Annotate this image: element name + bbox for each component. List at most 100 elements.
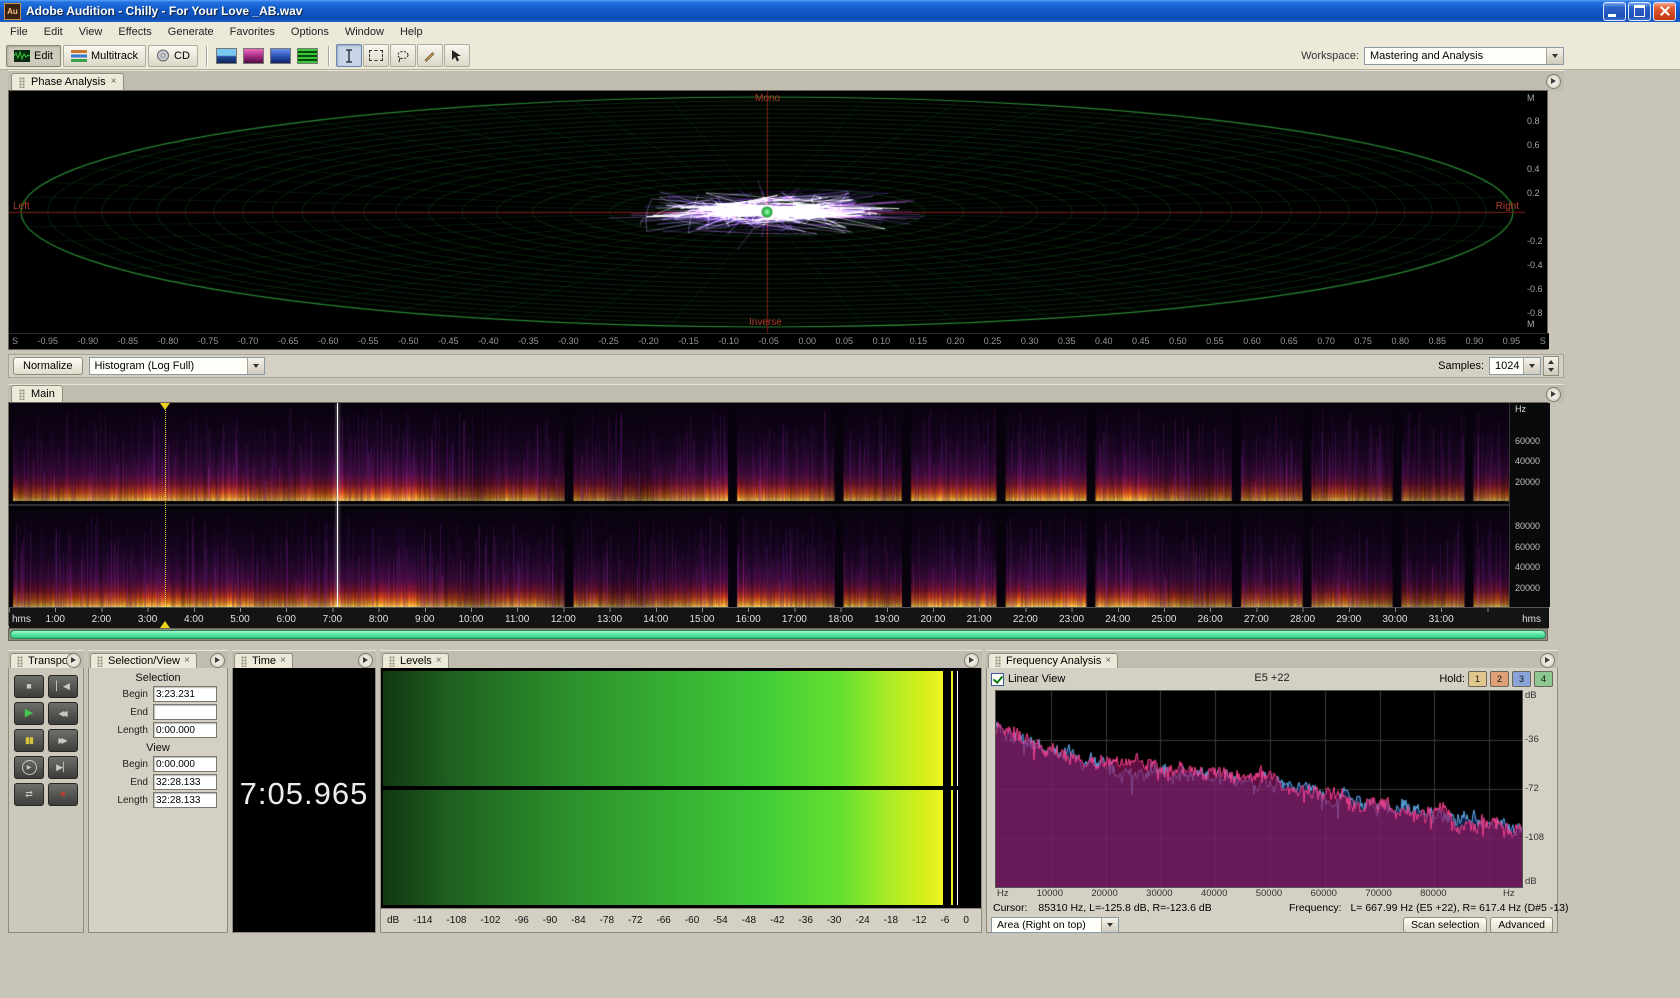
spectral-frequency-view-button[interactable] — [241, 44, 267, 67]
level-meter-right[interactable] — [383, 790, 979, 905]
play-looped-button[interactable]: ⇄ — [14, 783, 44, 806]
panel-grip[interactable] — [389, 655, 395, 667]
panel-grip[interactable] — [995, 655, 1001, 667]
menu-item-generate[interactable]: Generate — [160, 24, 222, 40]
go-to-beginning-button[interactable]: ▏◀ — [48, 675, 78, 698]
selection-end-field[interactable] — [153, 704, 217, 720]
pause-button[interactable]: ▮▮ — [14, 729, 44, 752]
hold-button-3[interactable]: 3 — [1512, 671, 1531, 687]
play-button[interactable]: ▶ — [14, 702, 44, 725]
phase-x-tick: 0.15 — [909, 336, 928, 346]
scrollbar-thumb[interactable] — [10, 630, 1546, 639]
normalize-button[interactable]: Normalize — [13, 357, 83, 375]
spectral-pan-view-button[interactable] — [268, 44, 294, 67]
spectrogram-display[interactable] — [9, 403, 1509, 607]
tab-phase-analysis[interactable]: Phase Analysis × — [11, 73, 125, 91]
menu-item-favorites[interactable]: Favorites — [222, 24, 283, 40]
marquee-selection-tool-button[interactable] — [362, 44, 389, 67]
close-tab-icon[interactable]: × — [280, 656, 286, 666]
fast-forward-button[interactable]: ▶▶ — [48, 729, 78, 752]
menu-item-effects[interactable]: Effects — [110, 24, 159, 40]
hold-button-1[interactable]: 1 — [1468, 671, 1487, 687]
selection-begin-field[interactable] — [153, 686, 217, 702]
frequency-graph[interactable] — [995, 690, 1523, 888]
phase-y-tick: M — [1527, 93, 1535, 103]
selection-view-panel-menu-button[interactable] — [210, 653, 225, 668]
tab-time[interactable]: Time × — [234, 653, 293, 669]
menu-item-edit[interactable]: Edit — [36, 24, 71, 40]
panel-grip[interactable] — [19, 76, 25, 88]
spectral-phase-view-button[interactable] — [295, 44, 321, 67]
menu-item-file[interactable]: File — [2, 24, 36, 40]
view-length-field[interactable] — [153, 792, 217, 808]
stop-button[interactable]: ■ — [14, 675, 44, 698]
main-panel-menu-button[interactable] — [1546, 387, 1561, 402]
samples-select[interactable]: 1024 — [1489, 357, 1541, 375]
menu-item-options[interactable]: Options — [283, 24, 337, 40]
area-select[interactable]: Area (Right on top) — [991, 916, 1119, 933]
area-dropdown-arrow[interactable] — [1101, 917, 1118, 932]
close-tab-icon[interactable]: × — [1105, 656, 1111, 666]
menu-item-view[interactable]: View — [71, 24, 111, 40]
edit-view-button[interactable]: Edit — [6, 44, 61, 67]
levels-body: dB -114 -108 -102 -96 -90 -84 -78 -72 -66 -60 -54 -4… — [380, 668, 982, 933]
record-button[interactable]: ● — [48, 783, 78, 806]
rewind-button[interactable]: ◀◀ — [48, 702, 78, 725]
panel-grip[interactable] — [241, 655, 247, 667]
go-to-end-button[interactable]: ▶▏ — [48, 756, 78, 779]
samples-dropdown-arrow[interactable] — [1523, 358, 1540, 374]
levels-panel-menu-button[interactable] — [964, 653, 979, 668]
tab-main[interactable]: Main — [11, 385, 63, 403]
level-meters[interactable] — [381, 668, 981, 908]
cd-view-button[interactable]: CD — [148, 44, 198, 67]
lasso-selection-tool-button[interactable] — [389, 44, 416, 67]
play-to-end-button[interactable]: ▶ — [14, 756, 44, 779]
hold-button-4[interactable]: 4 — [1534, 671, 1553, 687]
scan-selection-button[interactable]: Scan selection — [1403, 916, 1488, 933]
time-selection-tool-button[interactable] — [335, 44, 362, 67]
panel-grip[interactable] — [17, 655, 23, 667]
phase-analysis-panel: Mono Inverse Left Right M 0.8 0.6 0.4 0.2 -0.… — [8, 90, 1549, 350]
minimize-button[interactable] — [1603, 1, 1626, 21]
menu-item-help[interactable]: Help — [392, 24, 431, 40]
selection-marker-bottom-icon[interactable] — [160, 621, 171, 628]
phase-panel-menu-button[interactable] — [1546, 74, 1561, 89]
hold-button-2[interactable]: 2 — [1490, 671, 1509, 687]
close-button[interactable] — [1653, 1, 1676, 21]
timeline-ruler[interactable]: hms 1:00 2:00 3:00 4:00 5:00 6:00 7:00 8:00 9:00… — [9, 607, 1549, 628]
tab-frequency-analysis[interactable]: Frequency Analysis × — [988, 653, 1119, 669]
samples-spinner[interactable] — [1543, 356, 1559, 376]
workspace-dropdown-arrow[interactable] — [1546, 47, 1563, 64]
playback-cursor[interactable] — [336, 403, 338, 607]
view-end-field[interactable] — [153, 774, 217, 790]
phase-x-tick: -0.65 — [277, 336, 299, 346]
frequency-panel-menu-button[interactable] — [1540, 653, 1555, 668]
selection-length-field[interactable] — [153, 722, 217, 738]
maximize-button[interactable] — [1628, 1, 1651, 21]
advanced-button[interactable]: Advanced — [1490, 916, 1553, 933]
view-begin-field[interactable] — [153, 756, 217, 772]
level-meter-left[interactable] — [383, 671, 979, 786]
close-tab-icon[interactable]: × — [111, 77, 117, 87]
menu-item-window[interactable]: Window — [337, 24, 392, 40]
close-tab-icon[interactable]: × — [436, 656, 442, 666]
tab-selection-view[interactable]: Selection/View × — [90, 653, 197, 669]
peak-indicator-yellow — [950, 671, 953, 786]
selection-marker-top-icon[interactable] — [160, 403, 171, 410]
tab-levels[interactable]: Levels × — [382, 653, 449, 669]
close-tab-icon[interactable]: × — [184, 656, 190, 666]
workspace-select[interactable]: Mastering and Analysis — [1364, 46, 1564, 65]
panel-grip[interactable] — [97, 655, 103, 667]
histogram-dropdown-arrow[interactable] — [246, 358, 264, 374]
histogram-select[interactable]: Histogram (Log Full) — [88, 357, 265, 375]
horizontal-scrollbar[interactable] — [8, 621, 1548, 641]
scrub-tool-button[interactable] — [443, 44, 470, 67]
panel-grip[interactable] — [19, 388, 25, 400]
multitrack-view-button[interactable]: Multitrack — [62, 44, 147, 67]
pencil-tool-button[interactable] — [416, 44, 443, 67]
waveform-view-button[interactable] — [214, 44, 240, 67]
selection-begin-row: Begin — [89, 686, 217, 702]
time-panel-menu-button[interactable] — [358, 653, 373, 668]
linear-view-checkbox[interactable] — [991, 672, 1004, 686]
transport-panel-menu-button[interactable] — [66, 653, 81, 668]
